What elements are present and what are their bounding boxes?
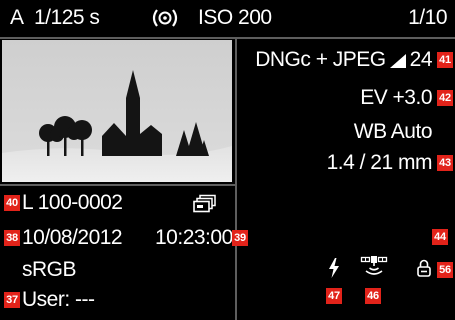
file-format-row: DNGc + JPEG 24 xyxy=(255,49,432,71)
callout-47: 47 xyxy=(326,288,342,304)
file-format: DNGc + JPEG xyxy=(255,48,386,71)
callout-56: 56 xyxy=(437,262,453,278)
callout-39: 39 xyxy=(232,230,248,246)
color-space: sRGB xyxy=(22,258,77,281)
exposure-compensation-row: EV +3.0 xyxy=(360,87,432,109)
metering-icon xyxy=(150,8,180,28)
callout-38: 38 xyxy=(4,230,20,246)
image-counter: 1/10 xyxy=(408,6,447,29)
callout-42: 42 xyxy=(437,90,453,106)
resolution-icon xyxy=(389,52,406,68)
capture-date: 10/08/2012 xyxy=(22,226,123,249)
gps-icon xyxy=(360,254,388,278)
file-number: L 100-0002 xyxy=(22,191,123,214)
callout-37: 37 xyxy=(4,292,20,308)
lens-info: 1.4 / 21 mm xyxy=(326,151,433,174)
flash-icon xyxy=(328,258,340,278)
thumbnail-divider xyxy=(0,184,235,186)
callout-44: 44 xyxy=(432,229,448,245)
lock-icon xyxy=(417,259,431,277)
image-stack-icon xyxy=(193,194,217,214)
column-divider xyxy=(235,39,237,320)
white-balance-row: WB Auto xyxy=(353,120,433,143)
top-divider xyxy=(0,37,455,39)
callout-43: 43 xyxy=(437,155,453,171)
preview-thumbnail xyxy=(2,40,232,182)
callout-41: 41 xyxy=(437,52,453,68)
callout-40: 40 xyxy=(4,195,20,211)
resolution-value: 24 xyxy=(409,48,433,71)
white-balance: WB Auto xyxy=(353,120,433,143)
exposure-compensation: EV +3.0 xyxy=(360,86,432,109)
capture-time: 10:23:00 xyxy=(155,226,233,249)
exposure-mode: A xyxy=(10,6,24,29)
user-profile: User: --- xyxy=(22,288,95,311)
iso-value: ISO 200 xyxy=(198,6,272,29)
callout-46: 46 xyxy=(365,288,381,304)
camera-info-screen: A 1/125 s ISO 200 1/10 L 100-0002 10/08/… xyxy=(0,0,455,320)
shutter-speed: 1/125 s xyxy=(34,6,100,29)
lens-row: 1.4 / 21 mm xyxy=(326,151,433,174)
